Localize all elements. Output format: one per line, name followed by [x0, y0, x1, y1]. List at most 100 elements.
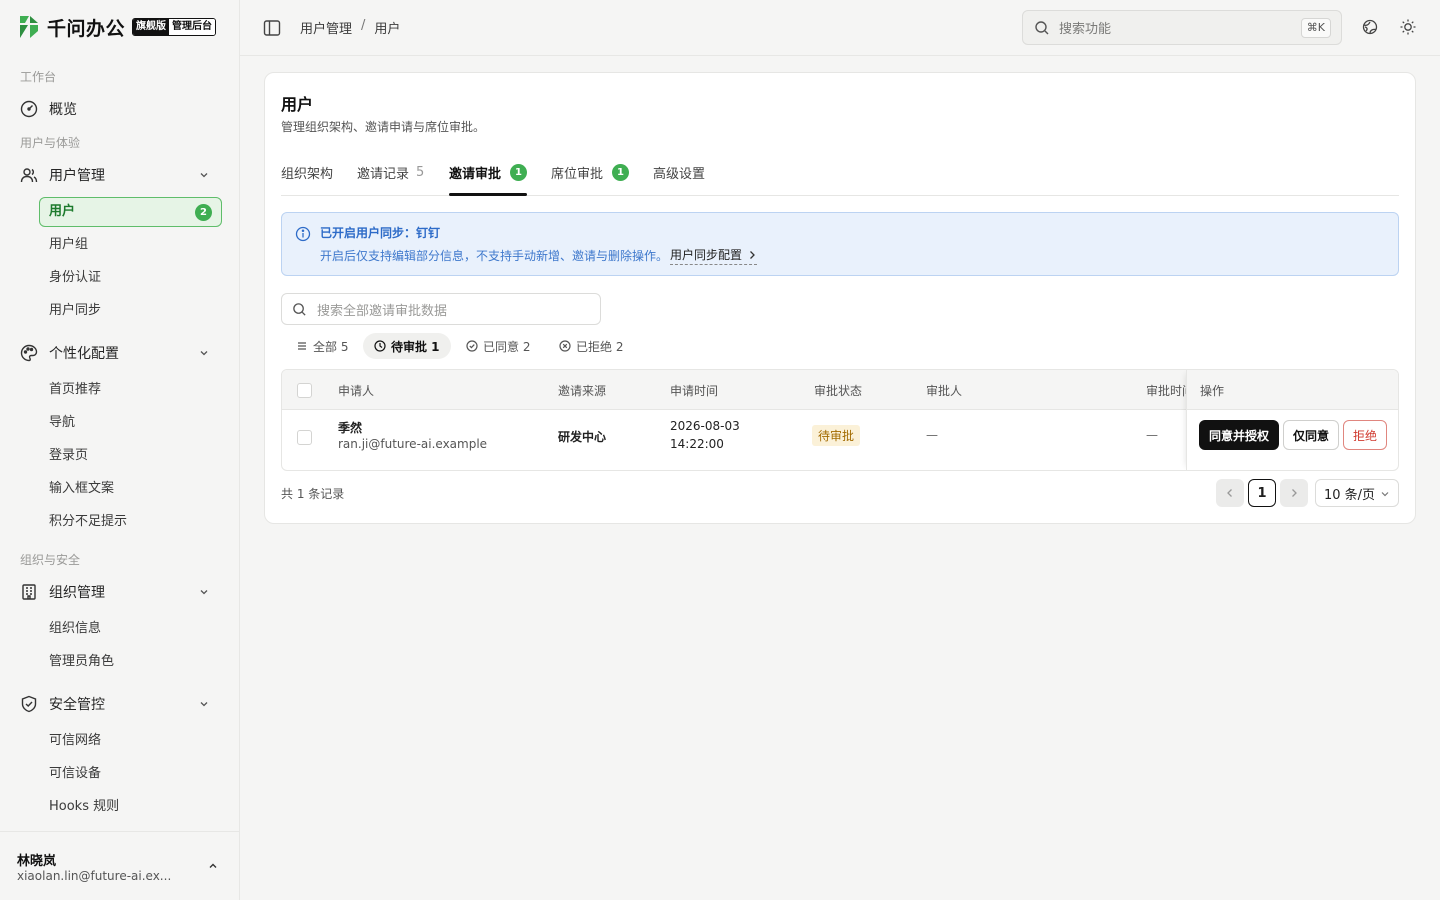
page-size-value: 10 条/页	[1324, 487, 1376, 503]
sidebar-item-login-page[interactable]: 登录页	[49, 446, 88, 466]
check-circle-icon	[466, 340, 478, 352]
chevron-left-icon	[1227, 489, 1232, 497]
tab-advanced-settings[interactable]: 高级设置	[653, 163, 706, 182]
global-search[interactable]: 搜索功能 ⌘K	[1022, 10, 1342, 45]
tab-count: 5	[416, 164, 425, 180]
x-circle-icon	[559, 340, 571, 352]
apply-time: 14:22:00	[670, 437, 724, 451]
console-tag: 管理后台	[169, 19, 216, 35]
sidebar-item-navigation[interactable]: 导航	[49, 413, 75, 433]
filter-all[interactable]: 全部 5	[285, 333, 359, 359]
sidebar-group-personalize[interactable]: 个性化配置	[20, 341, 216, 365]
approve-only-button[interactable]: 仅同意	[1283, 420, 1339, 450]
user-sync-config-link[interactable]: 用户同步配置	[670, 246, 758, 265]
sidebar-item-credit-alert[interactable]: 积分不足提示	[49, 512, 127, 532]
sidebar-group-user-mgmt[interactable]: 用户管理	[20, 163, 216, 187]
filter-pending[interactable]: 待审批 1	[363, 333, 451, 359]
sidebar-item-home-recommend[interactable]: 首页推荐	[49, 380, 101, 400]
account-name: 林晓岚	[17, 854, 57, 869]
search-shortcut: ⌘K	[1300, 18, 1331, 38]
filter-label: 已同意 2	[483, 339, 531, 354]
sidebar-group-label: 安全管控	[49, 697, 105, 713]
page-subtitle: 管理组织架构、邀请申请与席位审批。	[281, 120, 486, 134]
approve-grant-button[interactable]: 同意并授权	[1199, 420, 1279, 450]
prev-page-button[interactable]	[1216, 479, 1244, 507]
sidebar-toggle-icon[interactable]	[262, 18, 282, 38]
users-count-badge: 2	[195, 204, 212, 221]
col-approver: 审批人	[926, 384, 963, 398]
sidebar-item-admin-roles[interactable]: 管理员角色	[49, 652, 114, 672]
tab-invite-records[interactable]: 邀请记录 5	[357, 163, 425, 182]
tab-seat-approval[interactable]: 席位审批 1	[551, 163, 630, 182]
col-source: 邀请来源	[558, 384, 607, 398]
breadcrumb-user-mgmt[interactable]: 用户管理	[300, 18, 352, 37]
chevron-down-icon	[200, 702, 208, 707]
sidebar-item-input-copy[interactable]: 输入框文案	[49, 479, 114, 499]
brand-tag: 旗舰版 管理后台	[132, 18, 217, 36]
sidebar-item-trusted-device[interactable]: 可信设备	[49, 764, 101, 784]
brand[interactable]: 千问办公 旗舰版 管理后台	[17, 13, 217, 41]
tab-org-structure[interactable]: 组织架构	[281, 163, 334, 182]
sidebar-item-org-info[interactable]: 组织信息	[49, 619, 101, 639]
chevron-right-icon	[1292, 489, 1297, 497]
apply-date: 2026-08-03	[670, 419, 740, 433]
tab-label: 席位审批	[551, 166, 604, 182]
active-tab-indicator	[449, 193, 527, 196]
brand-logo-icon	[20, 16, 38, 38]
account-menu[interactable]: 林晓岚 xiaolan.lin@future-ai.ex...	[0, 831, 239, 900]
col-applicant: 申请人	[338, 384, 375, 398]
chevron-right-icon	[750, 250, 755, 259]
section-users-experience: 用户与体验	[20, 136, 81, 150]
sidebar-item-trusted-network[interactable]: 可信网络	[49, 731, 101, 751]
reject-button[interactable]: 拒绝	[1343, 420, 1387, 450]
link-label: 用户同步配置	[670, 248, 743, 262]
tab-badge: 1	[510, 163, 528, 181]
select-all-checkbox[interactable]	[297, 383, 312, 398]
breadcrumb-separator: /	[361, 18, 366, 33]
info-icon	[295, 226, 311, 242]
sidebar-item-label: 用户	[49, 204, 76, 219]
account-email: xiaolan.lin@future-ai.ex...	[17, 869, 172, 883]
sidebar-group-security[interactable]: 安全管控	[20, 692, 216, 716]
sidebar-item-hooks-rules[interactable]: Hooks 规则	[49, 797, 119, 817]
sidebar-item-identity-auth[interactable]: 身份认证	[49, 268, 101, 288]
filter-label: 全部 5	[313, 339, 349, 354]
tab-invite-approval[interactable]: 邀请审批 1	[449, 163, 528, 182]
filter-label: 待审批 1	[391, 339, 440, 354]
page-size-select[interactable]: 10 条/页	[1315, 479, 1399, 507]
filter-approved[interactable]: 已同意 2	[455, 333, 541, 359]
tab-label: 高级设置	[653, 166, 706, 182]
sidebar-item-users[interactable]: 用户 2	[39, 197, 222, 227]
tabs: 组织架构 邀请记录 5 邀请审批 1 席位审批 1 高级设置	[281, 155, 1399, 196]
col-approve-time: 审批时间	[1146, 384, 1186, 398]
invite-source: 研发中心	[558, 430, 607, 444]
sidebar-item-user-groups[interactable]: 用户组	[49, 235, 88, 255]
row-checkbox[interactable]	[297, 430, 312, 445]
approver-value: —	[926, 428, 938, 442]
total-records: 共 1 条记录	[281, 487, 345, 501]
page-number-button[interactable]: 1	[1248, 479, 1276, 507]
tab-label: 组织架构	[281, 166, 334, 182]
sidebar-group-label: 组织管理	[49, 585, 105, 601]
brand-name: 千问办公	[47, 17, 126, 40]
chevron-down-icon	[200, 351, 208, 356]
users-card: 用户 管理组织架构、邀请申请与席位审批。 组织架构 邀请记录 5 邀请审批 1 …	[264, 72, 1416, 524]
filter-rejected[interactable]: 已拒绝 2	[548, 333, 634, 359]
chevron-down-icon	[200, 590, 208, 595]
next-page-button[interactable]	[1280, 479, 1308, 507]
sidebar-item-user-sync[interactable]: 用户同步	[49, 301, 101, 321]
col-apply-time: 申请时间	[670, 384, 719, 398]
tab-label: 邀请审批	[449, 166, 502, 182]
list-icon	[298, 342, 306, 350]
sidebar-group-org-mgmt[interactable]: 组织管理	[20, 580, 216, 604]
tab-label: 邀请记录	[357, 166, 410, 182]
info-title: 已开启用户同步：钉钉	[320, 226, 441, 240]
chevron-up-icon	[209, 863, 217, 868]
building-icon	[22, 584, 36, 600]
sun-icon[interactable]	[1399, 18, 1417, 36]
sidebar-item-overview[interactable]: 概览	[20, 97, 216, 121]
topbar: 用户管理 / 用户 搜索功能 ⌘K	[240, 0, 1440, 56]
approval-search-input[interactable]: 搜索全部邀请审批数据	[281, 293, 601, 325]
globe-icon[interactable]	[1361, 18, 1379, 36]
edition-tag: 旗舰版	[133, 19, 170, 35]
